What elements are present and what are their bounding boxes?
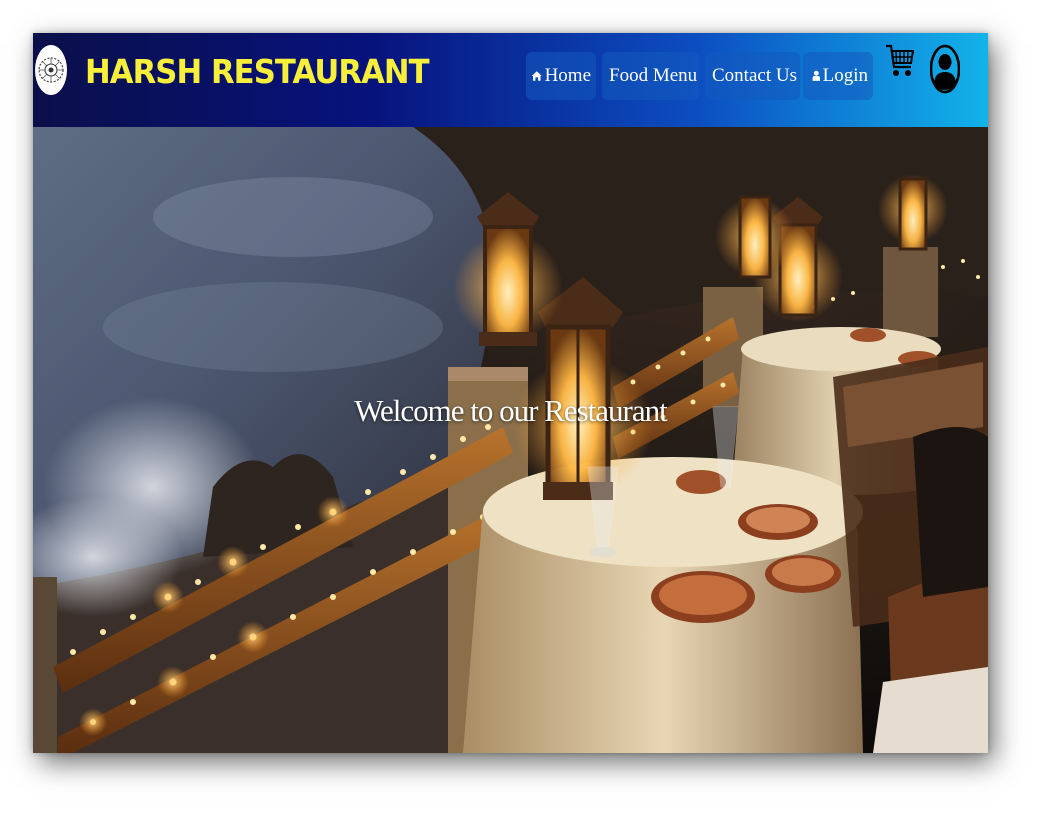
user-circle-icon bbox=[929, 44, 961, 94]
circular-emblem-logo-icon bbox=[38, 57, 64, 83]
user-icon bbox=[812, 70, 820, 81]
nav-food-menu-label: Food Menu bbox=[609, 65, 698, 86]
hero-background-image bbox=[33, 127, 988, 753]
nav-contact-label: Contact Us bbox=[712, 65, 797, 86]
restaurant-logo[interactable] bbox=[35, 45, 67, 95]
page-frame: HARSH RESTAURANT Home Food Menu Contact … bbox=[33, 33, 988, 753]
welcome-heading: Welcome to our Restaurant bbox=[354, 393, 668, 428]
cart-button[interactable] bbox=[885, 43, 915, 90]
nav-home-label: Home bbox=[544, 65, 591, 86]
nav-login-button[interactable]: Login bbox=[803, 52, 873, 100]
nav-contact-button[interactable]: Contact Us bbox=[705, 52, 800, 100]
nav-food-menu-button[interactable]: Food Menu bbox=[602, 52, 699, 100]
navbar: HARSH RESTAURANT Home Food Menu Contact … bbox=[33, 33, 988, 127]
nav-home-button[interactable]: Home bbox=[526, 52, 596, 100]
hero-section: Welcome to our Restaurant bbox=[33, 127, 988, 753]
nav-login-label: Login bbox=[822, 65, 868, 86]
home-icon bbox=[531, 71, 542, 81]
shopping-cart-icon bbox=[886, 44, 915, 76]
brand-name[interactable]: HARSH RESTAURANT bbox=[85, 52, 430, 92]
profile-button[interactable] bbox=[929, 44, 961, 99]
